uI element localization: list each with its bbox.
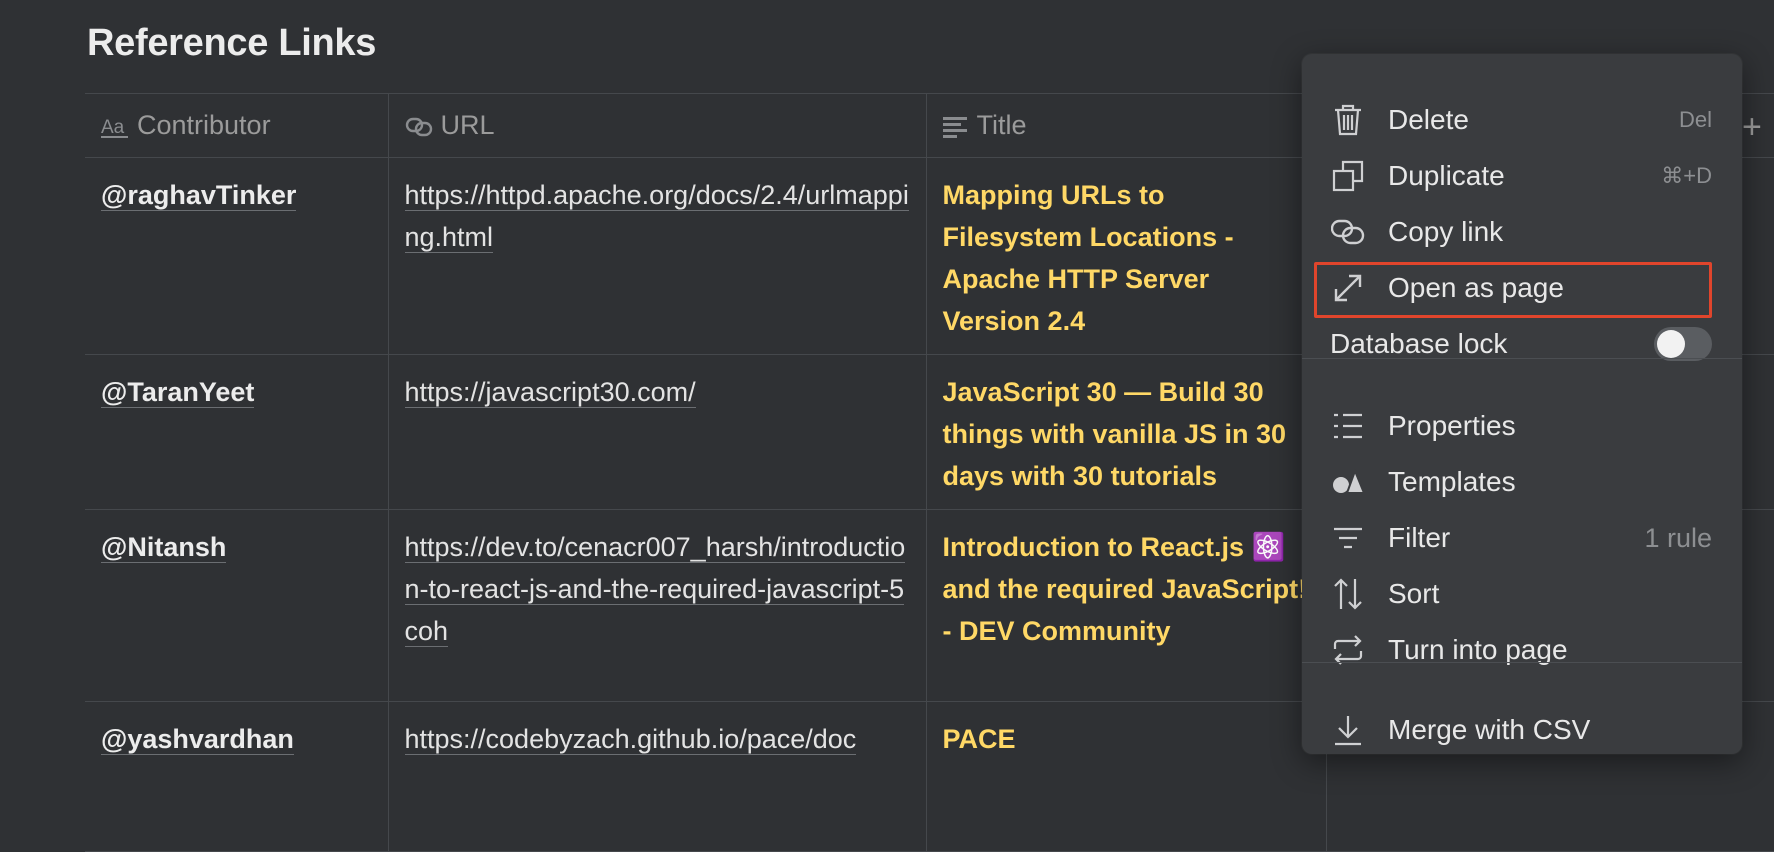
url-link[interactable]: https://httpd.apache.org/docs/2.4/urlmap… [404,180,909,253]
svg-text:Aa: Aa [101,117,125,138]
trash-icon [1330,102,1366,138]
column-header-contributor[interactable]: Aa Contributor [85,93,389,158]
title-cell[interactable]: Mapping URLs to Filesystem Locations - A… [925,157,1327,355]
url-cell[interactable]: https://httpd.apache.org/docs/2.4/urlmap… [387,157,927,355]
menu-item-filter[interactable]: Filter 1 rule [1302,512,1742,564]
expand-arrow-icon [1330,270,1366,306]
text-aa-icon: Aa [101,115,129,139]
title-cell[interactable]: JavaScript 30 — Build 30 things with van… [925,354,1327,510]
link-icon [1330,214,1366,250]
contributor-cell[interactable]: @Nitansh [85,509,389,702]
sort-icon [1330,576,1366,612]
context-menu: Delete Del Duplicate ⌘+D Copy link Open … [1302,54,1742,754]
menu-item-delete[interactable]: Delete Del [1302,94,1742,146]
menu-item-duplicate[interactable]: Duplicate ⌘+D [1302,150,1742,202]
url-cell[interactable]: https://codebyzach.github.io/pace/doc [387,701,927,852]
menu-item-turn-into-page[interactable]: Turn into page [1302,624,1742,676]
list-icon [1330,408,1366,444]
add-column-button[interactable]: + [1742,108,1762,147]
contributor-mention[interactable]: @Nitansh [101,532,227,563]
column-header-title[interactable]: Title [925,93,1327,158]
database-lock-toggle[interactable] [1654,327,1712,361]
menu-item-properties[interactable]: Properties [1302,400,1742,452]
page-title: Reference Links [87,22,377,64]
title-cell[interactable]: Introduction to React.js ⚛️ and the requ… [925,509,1327,702]
contributor-mention[interactable]: @TaranYeet [101,377,255,408]
contributor-mention[interactable]: @raghavTinker [101,180,297,211]
url-link[interactable]: https://codebyzach.github.io/pace/doc [404,724,857,755]
menu-item-database-lock[interactable]: Database lock [1302,318,1742,370]
url-link[interactable]: https://dev.to/cenacr007_harsh/introduct… [404,532,906,647]
column-label: Title [976,110,1027,140]
contributor-cell[interactable]: @TaranYeet [85,354,389,510]
menu-item-sort[interactable]: Sort [1302,568,1742,620]
menu-divider [1302,358,1742,359]
shapes-icon [1330,464,1366,500]
column-header-url[interactable]: URL [387,93,927,158]
contributor-cell[interactable]: @yashvardhan [85,701,389,852]
url-cell[interactable]: https://dev.to/cenacr007_harsh/introduct… [387,509,927,702]
url-link[interactable]: https://javascript30.com/ [404,377,696,408]
duplicate-icon [1330,158,1366,194]
contributor-cell[interactable]: @raghavTinker [85,157,389,355]
contributor-mention[interactable]: @yashvardhan [101,724,294,755]
column-label: Contributor [137,110,271,140]
menu-item-copy-link[interactable]: Copy link [1302,206,1742,258]
menu-item-open-as-page[interactable]: Open as page [1302,262,1742,318]
url-cell[interactable]: https://javascript30.com/ [387,354,927,510]
download-icon [1330,712,1366,748]
menu-item-merge-with-csv[interactable]: Merge with CSV [1302,704,1742,756]
title-cell[interactable]: PACE [925,701,1327,852]
menu-item-templates[interactable]: Templates [1302,456,1742,508]
column-label: URL [440,110,495,140]
text-lines-icon [942,116,969,138]
menu-divider [1302,662,1742,663]
link-icon [405,115,433,139]
filter-icon [1330,520,1366,556]
